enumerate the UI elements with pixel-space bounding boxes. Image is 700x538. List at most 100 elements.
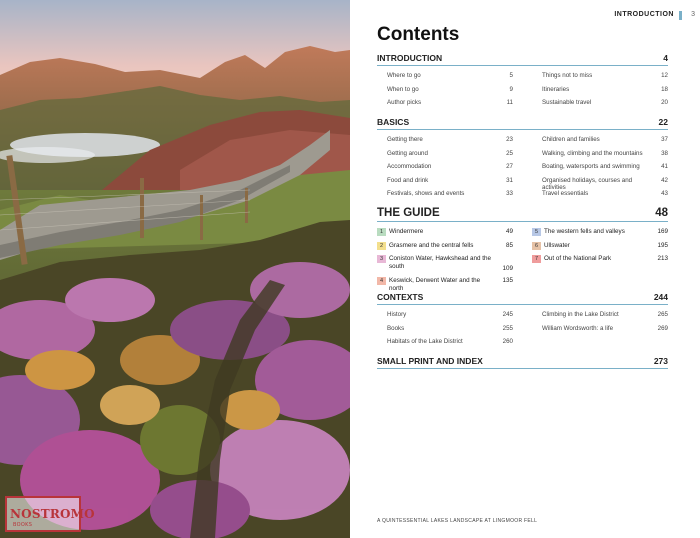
chapter-number-badge: 4 (377, 277, 386, 285)
toc-entry-label-wrap: Children and families (532, 136, 648, 144)
toc-entry-page: 38 (661, 149, 668, 157)
section-heading[interactable]: INTRODUCTION 4 (377, 53, 668, 66)
section-heading[interactable]: CONTEXTS 244 (377, 292, 668, 305)
toc-entry-label-wrap: Festivals, shows and events (377, 190, 493, 198)
toc-entry[interactable]: Itineraries 18 (532, 86, 668, 100)
toc-entry[interactable]: History 245 (377, 311, 513, 325)
toc-entry-label: Coniston Water, Hawkshead and the south (389, 255, 491, 270)
toc-entry-label-wrap: Sustainable travel (532, 99, 648, 107)
toc-entry-label: Climbing in the Lake District (542, 311, 619, 318)
toc-entry-page: 245 (502, 311, 513, 318)
toc-entry[interactable]: When to go 9 (377, 86, 513, 100)
toc-column-left: Getting there 23 Getting around 25 Accommoda… (377, 136, 513, 204)
toc-entry-label-wrap: Getting around (377, 150, 493, 158)
chapter-number-badge: 7 (532, 255, 541, 263)
toc-entry[interactable]: Author picks 11 (377, 99, 513, 113)
toc-entry-label: When to go (387, 85, 419, 93)
toc-entry[interactable]: Walking, climbing and the mountains 38 (532, 150, 668, 164)
toc-entry-page: 12 (661, 72, 668, 79)
section-heading-label: BASICS (377, 117, 410, 127)
toc-entry-label: Food and drink (387, 176, 429, 184)
toc-entry-label-wrap: 4 Keswick, Derwent Water and the north (377, 277, 493, 293)
toc-entry-label-wrap: Getting there (377, 136, 493, 144)
toc-entry-page: 11 (506, 99, 513, 106)
toc-entry-page: 18 (661, 85, 668, 93)
toc-entry[interactable]: Organised holidays, courses and activiti… (532, 176, 668, 192)
toc-entry-page: 43 (661, 190, 668, 197)
toc-entry[interactable]: Getting there 23 (377, 136, 513, 150)
toc-entry-page: 23 (506, 136, 513, 143)
toc-entry[interactable]: Getting around 25 (377, 150, 513, 164)
toc-entry-label: Habitats of the Lake District (387, 338, 463, 345)
chapter-number-badge: 6 (532, 241, 541, 250)
toc-entry[interactable]: 6 Ullswater 195 (532, 241, 668, 256)
toc-entry-label: The western fells and valleys (544, 228, 625, 235)
toc-entry[interactable]: Sustainable travel 20 (532, 99, 668, 113)
toc-entry[interactable]: Accommodation 27 (377, 163, 513, 177)
toc-entry-label: Windermere (389, 228, 424, 235)
photo-caption: A QUINTESSENTIAL LAKES LANDSCAPE AT LING… (377, 518, 538, 524)
chapter-number-badge: 2 (377, 241, 386, 250)
toc-entry-page: 195 (657, 241, 668, 249)
chapter-number-badge: 3 (377, 255, 386, 263)
toc-entry-label-wrap: Climbing in the Lake District (532, 311, 648, 319)
toc-entry-page: 42 (661, 176, 668, 184)
toc-entry[interactable]: Habitats of the Lake District 260 (377, 338, 513, 352)
section-heading-page: 244 (653, 292, 668, 302)
toc-entry-label-wrap: Itineraries (532, 86, 648, 94)
toc-section: INTRODUCTION 4 Where to go 5 When to go 9 Auth… (377, 53, 668, 113)
toc-entry-label: Accommodation (387, 163, 432, 170)
toc-entry[interactable]: Children and families 37 (532, 136, 668, 150)
toc-entry-label-wrap: Food and drink (377, 177, 493, 185)
toc-section: BASICS 22 Getting there 23 Getting around 25 A… (377, 117, 668, 204)
toc-column-right: Things not to miss 12 Itineraries 18 Sustain… (532, 72, 668, 113)
toc-section: CONTEXTS 244 History 245 Books 255 Habitats of… (377, 292, 668, 352)
toc-entry-page: 20 (661, 99, 668, 106)
section-heading[interactable]: THE GUIDE 48 (377, 207, 668, 222)
section-heading[interactable]: BASICS 22 (377, 117, 668, 130)
section-heading-page: 4 (663, 53, 668, 63)
toc-entry-label: Out of the National Park (544, 255, 612, 262)
toc-entry-page: 135 (502, 277, 513, 284)
toc-entry[interactable]: William Wordsworth: a life 269 (532, 325, 668, 339)
toc-entry[interactable]: 3 Coniston Water, Hawkshead and the south… (377, 255, 513, 277)
toc-entry[interactable]: 7 Out of the National Park 213 (532, 255, 668, 269)
toc-entry-page: 265 (657, 311, 668, 318)
toc-entry[interactable]: Food and drink 31 (377, 177, 513, 191)
section-heading[interactable]: SMALL PRINT AND INDEX 273 (377, 356, 668, 369)
toc-entry[interactable]: Travel essentials 43 (532, 190, 668, 204)
toc-entry-label: History (387, 311, 407, 318)
toc-entry-label: Festivals, shows and events (387, 190, 465, 197)
toc-column-left: History 245 Books 255 Habitats of the Lake D… (377, 311, 513, 352)
toc-entry[interactable]: Boating, watersports and swimming 41 (532, 163, 668, 177)
toc-entry-label: Things not to miss (542, 72, 593, 79)
section-heading-label: INTRODUCTION (377, 53, 443, 63)
toc-entry-label-wrap: Books (377, 325, 493, 333)
toc-entry[interactable]: 5 The western fells and valleys 169 (532, 228, 668, 242)
toc-entry-label-wrap: 2 Grasmere and the central fells (377, 241, 493, 250)
toc-entry[interactable]: Climbing in the Lake District 265 (532, 311, 668, 325)
chapter-number-badge: 1 (377, 228, 386, 236)
toc-entry[interactable]: 1 Windermere 49 (377, 228, 513, 242)
toc-entry[interactable]: 4 Keswick, Derwent Water and the north 135 (377, 277, 513, 293)
toc-entry-label-wrap: History (377, 311, 493, 319)
toc-entry[interactable]: 2 Grasmere and the central fells 85 (377, 241, 513, 256)
toc-entry[interactable]: Books 255 (377, 325, 513, 339)
toc-entry-label: Grasmere and the central fells (389, 241, 474, 249)
toc-entry-page: 33 (506, 190, 513, 197)
toc-entry-page: 37 (661, 136, 668, 143)
section-heading-page: 273 (653, 356, 668, 366)
toc-entry-label-wrap: 1 Windermere (377, 228, 493, 236)
toc-entry[interactable]: Festivals, shows and events 33 (377, 190, 513, 204)
toc-entry-label: Ullswater (544, 241, 570, 249)
watermark-logo: NOSTROMO BOOKS (5, 496, 95, 532)
toc-entry-label-wrap: Walking, climbing and the mountains (532, 150, 648, 158)
watermark-sub: BOOKS (13, 522, 33, 528)
toc-entry-label-wrap: Things not to miss (532, 72, 648, 80)
watermark-text: NOSTROMO (10, 507, 95, 521)
section-heading-page: 22 (658, 117, 668, 127)
toc-entry-page: 27 (506, 163, 513, 170)
toc-entry-label-wrap: Boating, watersports and swimming (532, 163, 648, 171)
toc-entry[interactable]: Where to go 5 (377, 72, 513, 86)
toc-entry[interactable]: Things not to miss 12 (532, 72, 668, 86)
